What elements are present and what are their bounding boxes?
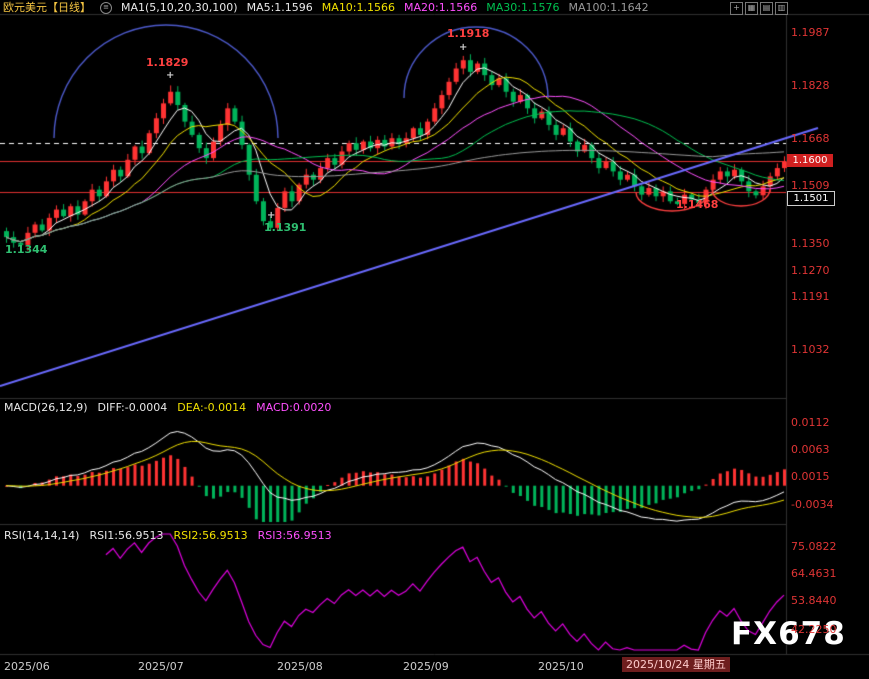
macd-macd-value: MACD:0.0020 — [256, 401, 331, 414]
ma100-value: MA100:1.1642 — [568, 0, 648, 15]
y-axis-label: 1.1191 — [791, 291, 830, 303]
macd-diff-value: DIFF:-0.0004 — [98, 401, 168, 414]
add-pane-icon[interactable]: + — [730, 2, 743, 15]
grid-layout-icon[interactable]: ▦ — [745, 2, 758, 15]
ma-group-label: MA1(5,10,20,30,100) — [121, 0, 238, 15]
rsi1-value: RSI1:56.9513 — [89, 529, 163, 542]
y-axis-label: 1.1032 — [791, 344, 830, 356]
chart-window: 欧元美元【日线】 ≡ MA1(5,10,20,30,100) MA5:1.159… — [0, 0, 869, 679]
price-annotation: 1.1468 — [676, 199, 718, 211]
symbol-title: 欧元美元【日线】 — [3, 0, 91, 15]
price-chart[interactable] — [0, 0, 869, 679]
drawing-anchor: + — [459, 42, 467, 54]
x-axis-label: 2025/08 — [277, 660, 323, 673]
rsi-axis-label: 75.0822 — [791, 541, 837, 553]
rsi-axis-label: 53.8440 — [791, 595, 837, 607]
macd-dea-value: DEA:-0.0014 — [177, 401, 246, 414]
rsi-axis-label: 64.4631 — [791, 568, 837, 580]
macd-title: MACD(26,12,9) — [4, 401, 88, 414]
rsi-axis-label: 42.2250 — [791, 624, 837, 636]
rsi-legend: RSI(14,14,14) RSI1:56.9513 RSI2:56.9513 … — [4, 529, 332, 542]
price-line-tag: 1.1501 — [787, 191, 835, 206]
x-axis-label: 2025/07 — [138, 660, 184, 673]
macd-axis-label: 0.0063 — [791, 444, 830, 456]
y-axis-label: 1.1828 — [791, 80, 830, 92]
macd-axis-label: 0.0015 — [791, 471, 830, 483]
y-axis-label: 1.1509 — [791, 180, 830, 192]
price-annotation: 1.1829 — [146, 57, 188, 69]
drawing-anchor: + — [166, 70, 174, 82]
ma30-value: MA30:1.1576 — [486, 0, 559, 15]
rsi-title: RSI(14,14,14) — [4, 529, 79, 542]
x-axis-label: 2025/10 — [538, 660, 584, 673]
x-axis-label: 2025/09 — [403, 660, 449, 673]
current-price-tag: 1.1600 — [787, 154, 833, 167]
y-axis-label: 1.1270 — [791, 265, 830, 277]
macd-axis-label: -0.0034 — [791, 499, 833, 511]
split-horizontal-icon[interactable]: ▤ — [760, 2, 773, 15]
chart-header: 欧元美元【日线】 ≡ MA1(5,10,20,30,100) MA5:1.159… — [0, 0, 649, 15]
ma5-value: MA5:1.1596 — [247, 0, 313, 15]
ma20-value: MA20:1.1566 — [404, 0, 477, 15]
macd-axis-label: 0.0112 — [791, 417, 830, 429]
y-axis-label: 1.1668 — [791, 133, 830, 145]
ma10-value: MA10:1.1566 — [322, 0, 395, 15]
macd-legend: MACD(26,12,9) DIFF:-0.0004 DEA:-0.0014 M… — [4, 401, 331, 414]
rsi2-value: RSI2:56.9513 — [174, 529, 248, 542]
x-axis-label-current: 2025/10/24 星期五 — [622, 657, 730, 672]
price-annotation: 1.1344 — [5, 244, 47, 256]
y-axis-label: 1.1350 — [791, 238, 830, 250]
split-vertical-icon[interactable]: ▥ — [775, 2, 788, 15]
price-annotation: 1.1918 — [447, 28, 489, 40]
x-axis-label: 2025/06 — [4, 660, 50, 673]
indicator-settings-icon[interactable]: ≡ — [100, 2, 112, 14]
rsi3-value: RSI3:56.9513 — [258, 529, 332, 542]
window-controls: + ▦ ▤ ▥ — [730, 2, 788, 15]
price-annotation: 1.1391 — [264, 222, 306, 234]
y-axis-label: 1.1987 — [791, 27, 830, 39]
